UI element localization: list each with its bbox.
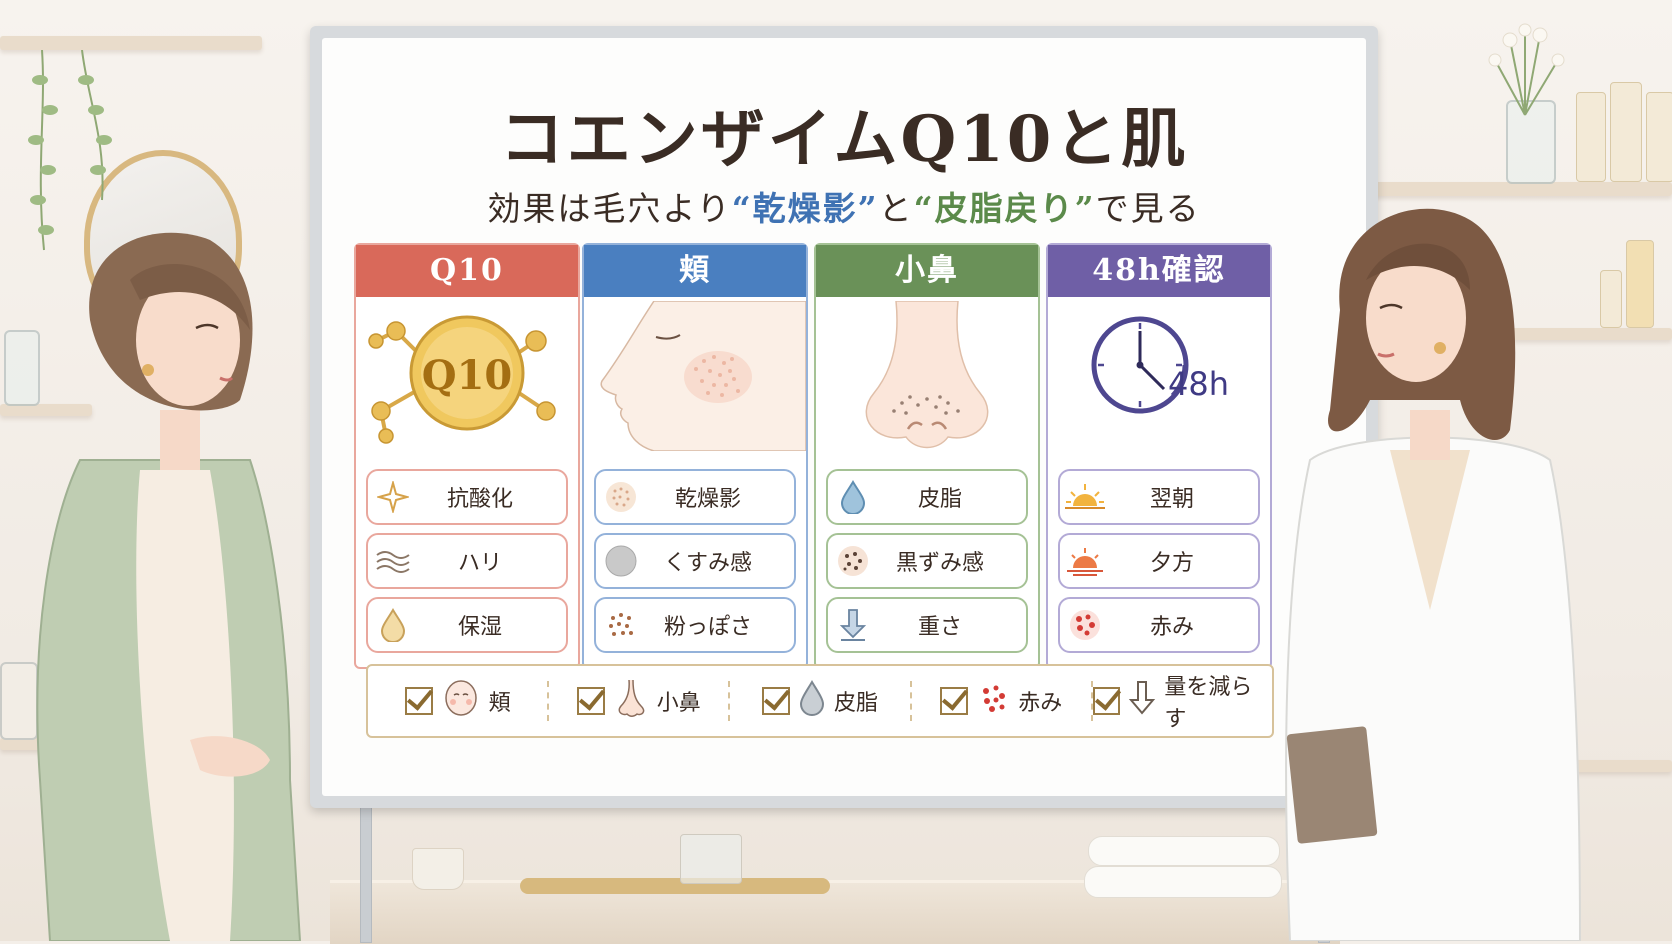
droplet-icon (368, 600, 418, 650)
towel-stack (1084, 866, 1282, 898)
card-header: 頬 (584, 245, 806, 297)
pill-label: 乾燥影 (674, 487, 741, 512)
redness-dots-icon (976, 681, 1010, 721)
card-header: Q10 (356, 245, 578, 297)
cosmetic-bottle (1610, 82, 1642, 182)
checkbox-checked[interactable] (762, 687, 790, 715)
pill-label: 重さ (917, 615, 962, 640)
check-item-next-morning: 翌朝 (1058, 469, 1260, 525)
flower-illustration (1488, 23, 1565, 116)
face-profile-illustration (584, 300, 807, 452)
whiteboard: コエンザイムQ10と肌 効果は毛穴より“乾燥影”と“皮脂戻り”で見る Q10 Q… (310, 26, 1378, 808)
down-arrow-icon (828, 600, 878, 650)
checklist-item-redness[interactable]: 赤み (909, 681, 1091, 721)
checklist-label: 頬 (488, 691, 511, 716)
checklist-item-reduce-amount[interactable]: 量を減らす (1090, 675, 1272, 732)
subtitle-term-dry-shadow: “乾燥影” (731, 189, 879, 228)
check-item-evening: 夕方 (1058, 533, 1260, 589)
sparkle-icon (368, 472, 418, 522)
whiteboard-surface: コエンザイムQ10と肌 効果は毛穴より“乾燥影”と“皮脂戻り”で見る Q10 Q… (322, 38, 1366, 796)
redness-dots-icon (1060, 600, 1110, 650)
powder-dots-icon (596, 600, 646, 650)
pill-label: 赤み (1149, 615, 1194, 640)
card-header: 48h確認 (1048, 245, 1270, 297)
glass-jar (680, 834, 742, 884)
cheek-item-dullness: くすみ感 (594, 533, 796, 589)
down-arrow-icon (1128, 680, 1156, 722)
svg-text:Q10: Q10 (422, 352, 513, 399)
pill-label: 粉っぽさ (663, 615, 752, 640)
woman-left-illustration (36, 232, 302, 941)
checklist-label: 皮脂 (834, 691, 879, 716)
checkbox-checked[interactable] (940, 687, 969, 715)
checkbox-checked[interactable] (1092, 687, 1121, 715)
oil-drop-icon (828, 472, 878, 522)
checklist-label: 小鼻 (656, 691, 701, 716)
cheek-item-powderiness: 粉っぽさ (594, 597, 796, 653)
plant-pot (412, 848, 464, 890)
card-nose: 小鼻 皮脂 黒ずみ感 重さ (814, 243, 1040, 669)
clock-48h-label: 48h (1168, 365, 1229, 403)
subtitle-prefix: 効果は毛穴より (487, 189, 732, 228)
gold-tray (520, 878, 830, 894)
woman-right-illustration (1285, 208, 1582, 941)
subtitle: 効果は毛穴より“乾燥影”と“皮脂戻り”で見る (322, 182, 1366, 230)
card-header: 小鼻 (816, 245, 1038, 297)
pill-label: 抗酸化 (446, 487, 513, 512)
checklist-label: 赤み (1018, 691, 1063, 716)
board-leg (360, 800, 372, 943)
pill-label: 皮脂 (917, 487, 962, 512)
checklist-item-cheek[interactable]: 頬 (368, 678, 547, 724)
pill-label: 保湿 (457, 615, 502, 640)
oil-drop-icon (798, 680, 826, 722)
wave-icon (368, 536, 418, 586)
pill-label: 黒ずみ感 (895, 551, 984, 576)
checklist-item-sebum[interactable]: 皮脂 (728, 680, 909, 722)
cosmetic-bottle (1626, 240, 1654, 328)
q10-molecule-illustration: Q10 (356, 301, 578, 451)
clock-illustration: 48h (1048, 301, 1270, 451)
cosmetic-bottle (1646, 92, 1672, 182)
dry-dots-icon (596, 472, 646, 522)
pill-label: 夕方 (1149, 551, 1194, 576)
pill-label: くすみ感 (663, 551, 752, 576)
pill-label: 翌朝 (1149, 487, 1194, 512)
cheek-item-dry-shadow: 乾燥影 (594, 469, 796, 525)
checkbox-checked[interactable] (576, 687, 605, 715)
sunrise-icon (1060, 472, 1110, 522)
cosmetic-bottle (1600, 270, 1622, 328)
face-icon (441, 678, 481, 724)
pill-label: ハリ (457, 551, 502, 576)
subtitle-term-sebum-return: “皮脂戻り” (913, 189, 1096, 228)
q10-item-moisture: 保湿 (366, 597, 568, 653)
subtitle-suffix: で見る (1095, 189, 1201, 228)
subtitle-joiner: と (878, 189, 914, 228)
card-cheek: 頬 乾燥影 くすみ感 粉っぽさ (582, 243, 808, 669)
nose-item-sebum: 皮脂 (826, 469, 1028, 525)
q10-item-antioxidant: 抗酸化 (366, 469, 568, 525)
scene: コエンザイムQ10と肌 効果は毛穴より“乾燥影”と“皮脂戻り”で見る Q10 Q… (0, 0, 1672, 944)
left-upper-shelf (0, 36, 262, 50)
blackhead-dots-icon (828, 536, 878, 586)
checkbox-checked[interactable] (404, 687, 433, 715)
towel-stack (1088, 836, 1280, 866)
checklist-label: 量を減らす (1164, 675, 1253, 732)
page-title: コエンザイムQ10と肌 (499, 102, 1189, 177)
nose-illustration (816, 300, 1038, 451)
checklist-bar: 頬 小鼻 皮脂 赤み 量を減らす (366, 664, 1274, 738)
check-item-redness: 赤み (1058, 597, 1260, 653)
card-48h-check: 48h確認 48h 翌朝 夕方 赤み (1046, 243, 1272, 669)
checklist-item-nose[interactable]: 小鼻 (547, 678, 728, 724)
nose-item-heaviness: 重さ (826, 597, 1028, 653)
nose-item-darkness: 黒ずみ感 (826, 533, 1028, 589)
nose-icon (613, 678, 649, 724)
card-q10: Q10 Q10 抗酸化 ハリ 保湿 (354, 243, 580, 669)
dull-circle-icon (596, 536, 646, 586)
sunset-icon (1060, 536, 1110, 586)
cosmetic-bottle (1576, 92, 1606, 182)
q10-item-firmness: ハリ (366, 533, 568, 589)
